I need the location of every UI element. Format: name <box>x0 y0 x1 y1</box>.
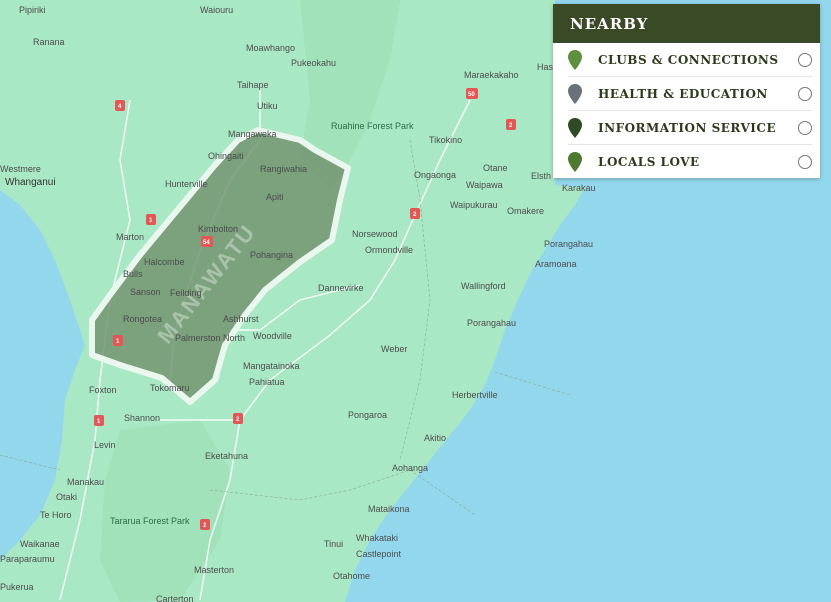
place-label: Dannevirke <box>318 283 364 293</box>
place-label: Manakau <box>67 477 104 487</box>
place-label: Norsewood <box>352 229 398 239</box>
place-label: Tinui <box>324 539 343 549</box>
map-pin-icon <box>568 83 582 104</box>
place-label: Mangatainoka <box>243 361 300 371</box>
place-label: Paraparaumu <box>0 554 55 564</box>
place-label: Karakau <box>562 183 596 193</box>
place-label: Tikokino <box>429 135 462 145</box>
place-label: Te Horo <box>40 510 72 520</box>
map-pin-icon <box>568 151 582 172</box>
filter-health-education[interactable]: HEALTH & EDUCATION <box>568 77 812 111</box>
place-label: Otane <box>483 163 508 173</box>
panel-title: NEARBY <box>553 4 820 43</box>
place-label: Ohingaiti <box>208 151 244 161</box>
place-label: Utiku <box>257 101 278 111</box>
filter-label: CLUBS & CONNECTIONS <box>598 52 779 67</box>
radio-button[interactable] <box>798 86 812 101</box>
svg-text:54: 54 <box>203 240 210 246</box>
place-label: Ruahine Forest Park <box>331 121 414 131</box>
place-label: Ongaonga <box>414 170 456 180</box>
place-label: Eketahuna <box>205 451 248 461</box>
place-label: Palmerston North <box>175 333 245 343</box>
place-label: Levin <box>94 440 116 450</box>
map-pin-icon <box>568 117 582 138</box>
place-label: Tararua Forest Park <box>110 516 190 526</box>
place-label: Hunterville <box>165 179 208 189</box>
place-label: Pongaroa <box>348 410 387 420</box>
place-label: Wallingford <box>461 281 506 291</box>
place-label: Mangaweka <box>228 129 277 139</box>
place-label: Moawhango <box>246 43 295 53</box>
place-label: Foxton <box>89 385 117 395</box>
place-label: Waipukurau <box>450 200 498 210</box>
place-label: Waiouru <box>200 5 233 15</box>
filter-locals-love[interactable]: LOCALS LOVE <box>568 145 812 178</box>
place-label: Ashhurst <box>223 314 259 324</box>
place-label: Waipawa <box>466 180 503 190</box>
place-label: Pukeokahu <box>291 58 336 68</box>
place-label: Elsth <box>531 171 551 181</box>
place-label: Bulls <box>123 269 143 279</box>
place-label: Ormondville <box>365 245 413 255</box>
place-label: Whakataki <box>356 533 398 543</box>
place-label: Porangahau <box>467 318 516 328</box>
place-label: Omakere <box>507 206 544 216</box>
place-label: Has <box>537 62 554 72</box>
svg-text:50: 50 <box>468 92 475 98</box>
place-label: Castlepoint <box>356 549 402 559</box>
place-label: Otaki <box>56 492 77 502</box>
place-label: Otahome <box>333 571 370 581</box>
place-label: Carterton <box>156 594 194 602</box>
place-label: Woodville <box>253 331 292 341</box>
place-label: Maraekakaho <box>464 70 519 80</box>
place-label: Aohanga <box>392 463 428 473</box>
place-label: Kimbolton <box>198 224 238 234</box>
place-label: Pipiriki <box>19 5 46 15</box>
filter-clubs-connections[interactable]: CLUBS & CONNECTIONS <box>568 43 812 77</box>
radio-button[interactable] <box>798 120 812 135</box>
place-label: Tokomaru <box>150 383 190 393</box>
place-label: Masterton <box>194 565 234 575</box>
map-pin-icon <box>568 49 582 70</box>
place-label: Rongotea <box>123 314 162 324</box>
place-label: Pukerua <box>0 582 34 592</box>
place-label: Feilding <box>170 288 202 298</box>
place-label: Aramoana <box>535 259 577 269</box>
place-label: Pahiatua <box>249 377 285 387</box>
place-label: Ranana <box>33 37 65 47</box>
place-label: Halcombe <box>144 257 185 267</box>
place-label: Marton <box>116 232 144 242</box>
place-label: Pohangina <box>250 250 293 260</box>
radio-button[interactable] <box>798 154 812 169</box>
place-label: Apiti <box>266 192 284 202</box>
place-label: Porangahau <box>544 239 593 249</box>
nearby-panel: NEARBY CLUBS & CONNECTIONS HEALTH & EDUC… <box>553 4 820 178</box>
place-label: Mataikona <box>368 504 410 514</box>
place-label: Herbertville <box>452 390 498 400</box>
place-label: Rangiwahia <box>260 164 307 174</box>
place-label: Whanganui <box>5 177 56 188</box>
place-label: Akitio <box>424 433 446 443</box>
place-label: Weber <box>381 344 407 354</box>
place-label: Shannon <box>124 413 160 423</box>
filter-label: LOCALS LOVE <box>598 154 700 169</box>
filter-label: INFORMATION SERVICE <box>598 120 777 135</box>
radio-button[interactable] <box>798 52 812 67</box>
place-label: Taihape <box>237 80 269 90</box>
place-label: Waikanae <box>20 539 60 549</box>
place-label: Sanson <box>130 287 161 297</box>
filter-information-service[interactable]: INFORMATION SERVICE <box>568 111 812 145</box>
filter-label: HEALTH & EDUCATION <box>598 86 768 101</box>
place-label: Westmere <box>0 164 41 174</box>
